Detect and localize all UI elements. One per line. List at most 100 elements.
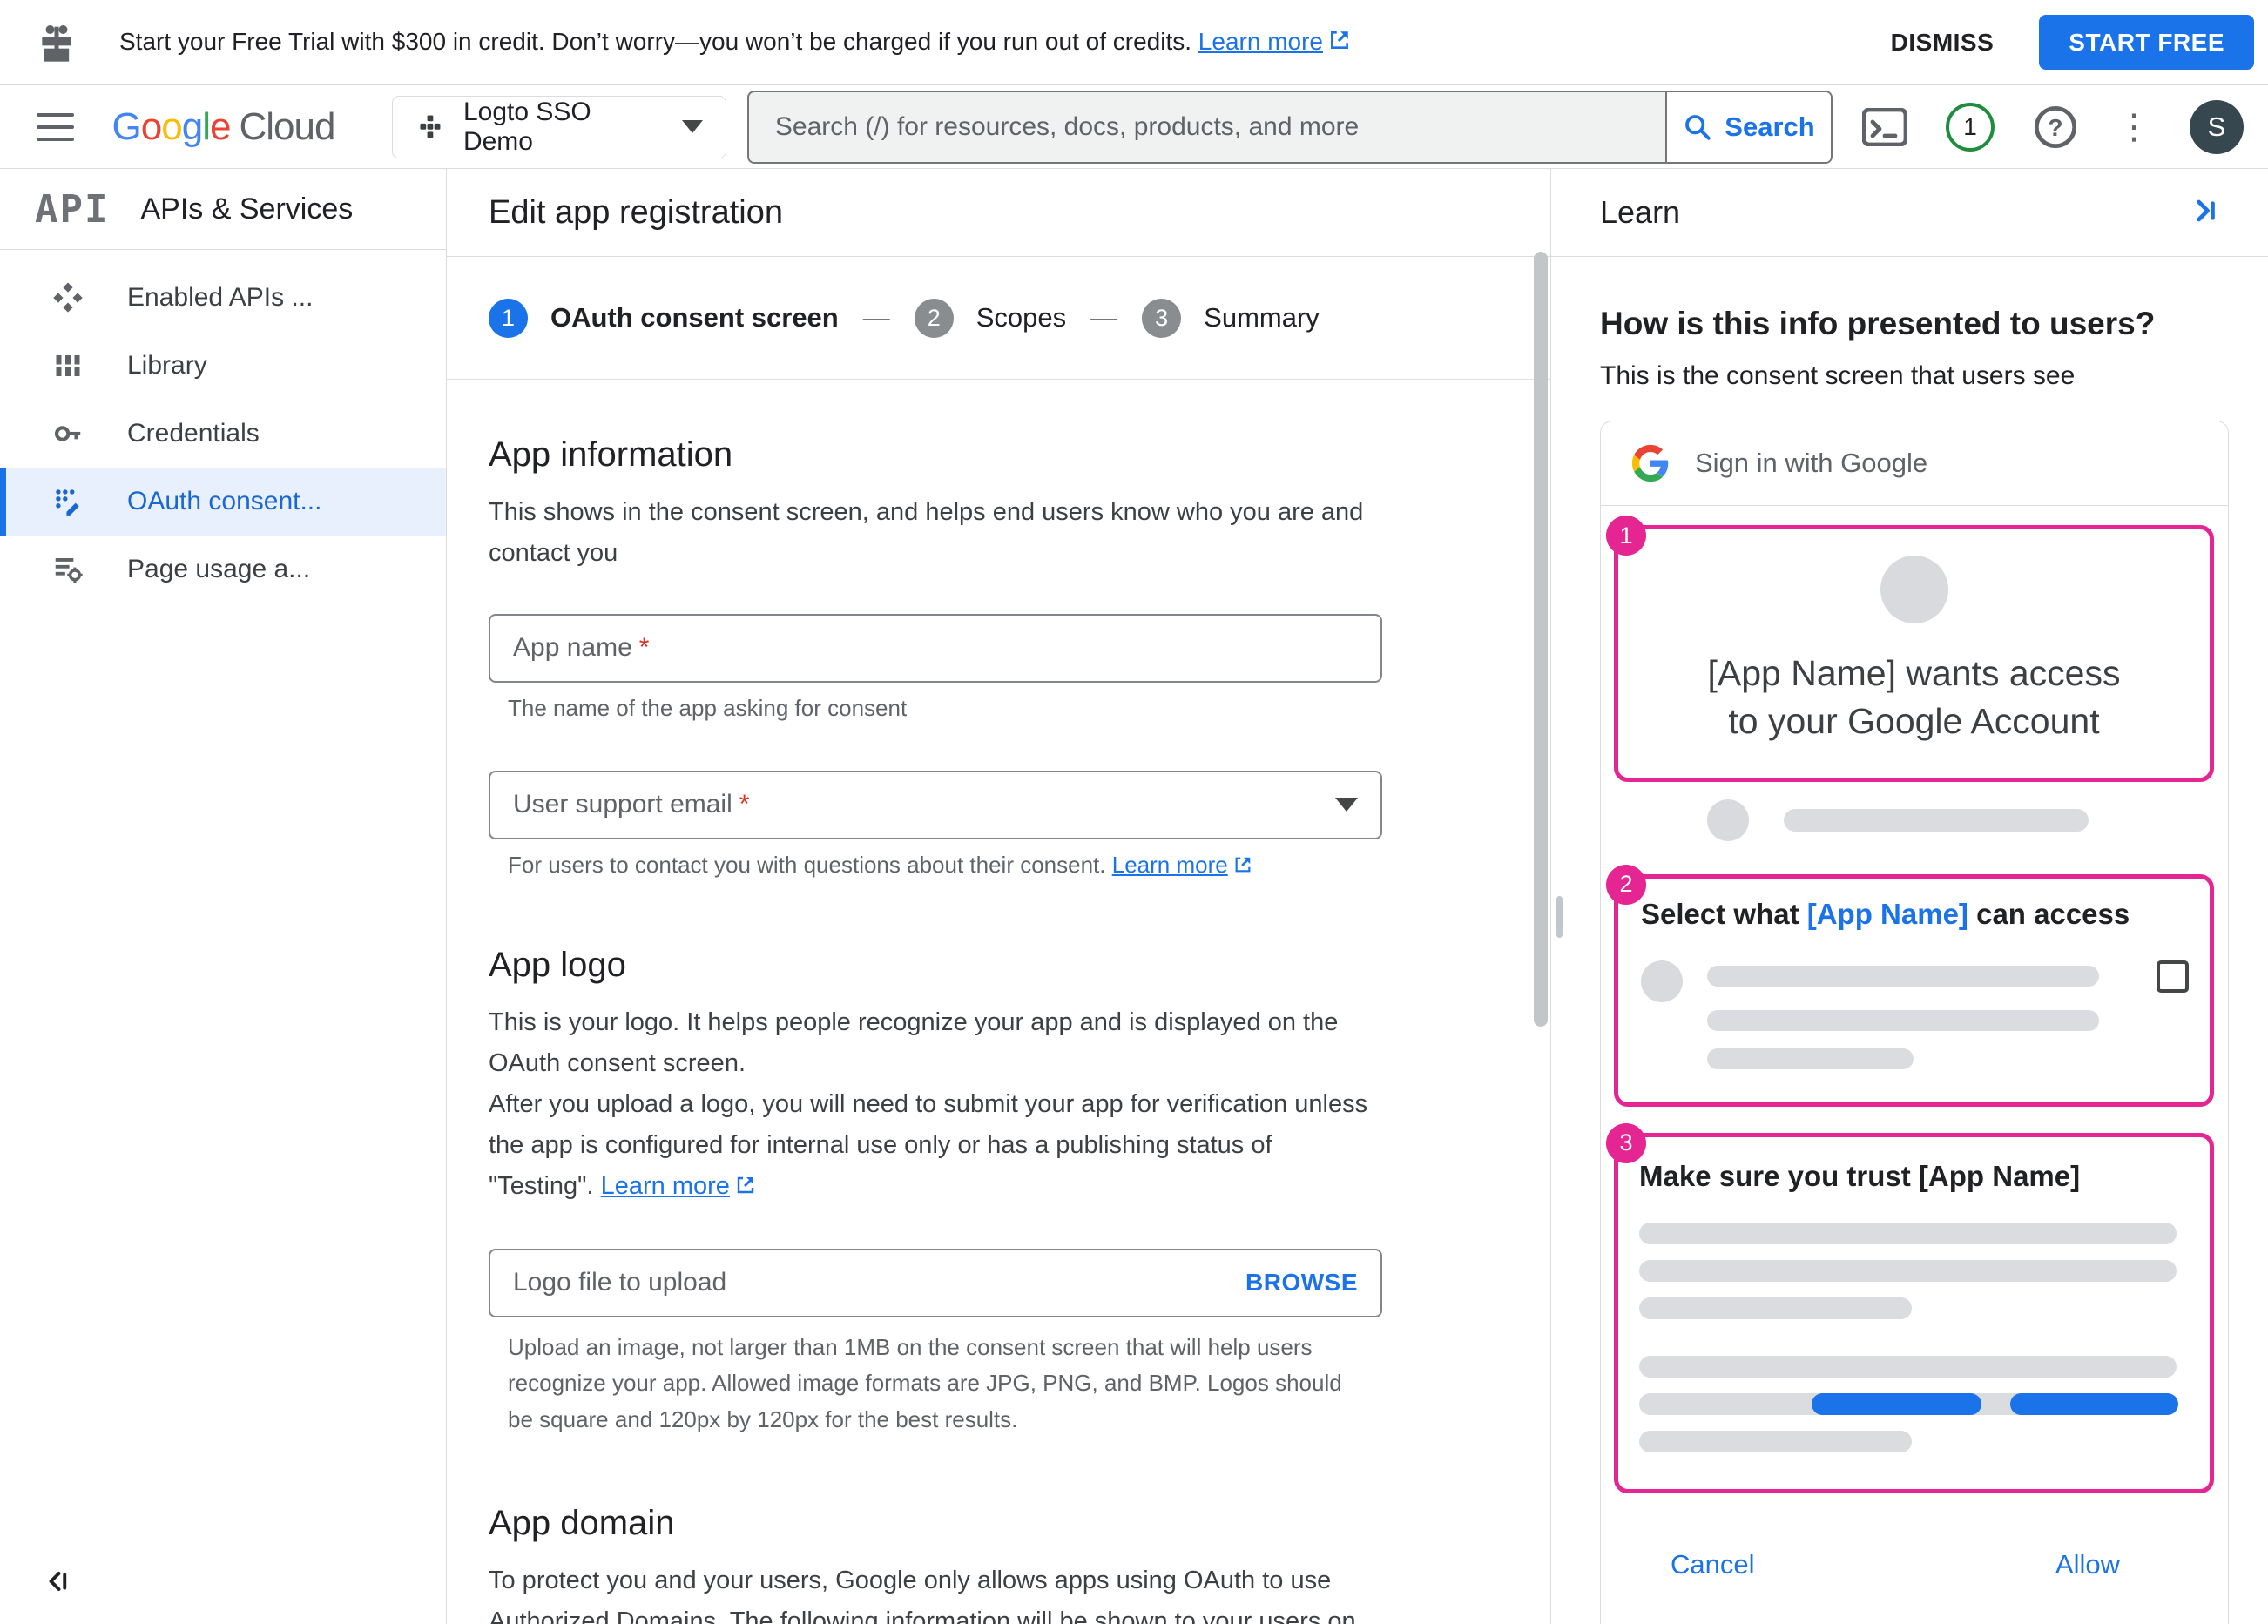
required-asterisk: * <box>638 633 650 663</box>
blue-button-placeholder <box>1812 1392 1981 1415</box>
step-circle: 2 <box>914 298 954 338</box>
app-logo-placeholder <box>1880 556 1948 623</box>
callout-badge-2: 2 <box>1606 864 1646 905</box>
logo-upload-helper: Upload an image, not larger than 1MB on … <box>508 1333 1342 1432</box>
avatar[interactable]: S <box>2190 99 2244 154</box>
sidebar-item-page-usage[interactable]: Page usage a... <box>0 536 446 603</box>
preview-section-trust: 3 Make sure you trust [App Name] <box>1606 1122 2214 1493</box>
banner-message: Start your Free Trial with $300 in credi… <box>119 28 1351 57</box>
account-placeholder-row <box>1707 799 2228 841</box>
collapse-panel-icon[interactable] <box>2184 193 2219 232</box>
project-selector[interactable]: Logto SSO Demo <box>392 95 726 158</box>
app-domain-description: To protect you and your users, Google on… <box>489 1566 1356 1624</box>
preview-section-scopes: 2 Select what [App Name] can access <box>1606 864 2214 1107</box>
placeholder-bar <box>1707 1009 2099 1031</box>
page-title: Edit app registration <box>489 193 783 231</box>
placeholder-bar <box>1707 966 2099 987</box>
key-icon <box>51 416 85 451</box>
learn-panel-header: Learn <box>1551 169 2268 257</box>
callout-badge-1: 1 <box>1606 516 1646 556</box>
more-vert-icon[interactable]: ⋮ <box>2116 110 2151 145</box>
allow-button[interactable]: Allow <box>2055 1549 2120 1580</box>
learn-subheading: This is the consent screen that users se… <box>1600 361 2076 390</box>
api-logo: API <box>35 186 110 232</box>
external-link-icon <box>735 1168 756 1209</box>
sidebar-item-oauth-consent[interactable]: OAuth consent... <box>0 468 446 536</box>
app-logo-learn-more-link[interactable]: Learn more <box>601 1172 730 1200</box>
cloud-shell-icon[interactable] <box>1862 107 1907 146</box>
app-logo-heading: App logo <box>489 945 626 984</box>
learn-panel-body: How is this info presented to users? Thi… <box>1551 306 2268 1624</box>
app-domain-heading: App domain <box>489 1503 675 1542</box>
support-email-learn-more-link[interactable]: Learn more <box>1112 852 1228 878</box>
placeholder-bar <box>1639 1297 1912 1319</box>
checkbox-icon <box>2157 960 2189 993</box>
search-bar: Search (/) for resources, docs, products… <box>746 90 1833 164</box>
main-content: Edit app registration 1 OAuth consent sc… <box>447 169 1551 1624</box>
free-trial-banner: Start your Free Trial with $300 in credi… <box>0 0 2268 85</box>
search-button[interactable]: Search <box>1665 91 1831 162</box>
stepper: 1 OAuth consent screen — 2 Scopes — 3 Su… <box>447 257 1550 380</box>
google-cloud-logo[interactable]: Google Cloud <box>111 104 336 149</box>
app-name-field[interactable]: App name * <box>489 613 1382 683</box>
main-header: Edit app registration <box>447 169 1550 257</box>
placeholder-bar <box>1707 1048 1914 1069</box>
step-oauth-consent-screen[interactable]: 1 OAuth consent screen <box>489 298 839 338</box>
google-cloud-console: Start your Free Trial with $300 in credi… <box>0 0 2268 1624</box>
account-avatar-placeholder <box>1707 799 1749 841</box>
step-circle: 3 <box>1142 298 1182 338</box>
main-scrollbar[interactable] <box>1534 252 1548 1027</box>
callout-badge-3: 3 <box>1606 1122 1646 1163</box>
placeholder-bar <box>1784 808 2089 832</box>
placeholder-bar <box>1639 1222 2177 1244</box>
placeholder-bar <box>1639 1430 1912 1452</box>
blue-button-placeholder <box>2010 1392 2178 1415</box>
cancel-button[interactable]: Cancel <box>1671 1549 1755 1580</box>
learn-scrollbar[interactable] <box>1556 896 1563 938</box>
dismiss-button[interactable]: DISMISS <box>1891 29 1995 57</box>
sidebar-product-title: APIs & Services <box>140 192 354 226</box>
enabled-apis-icon <box>51 280 85 315</box>
trust-title: Make sure you trust [App Name] <box>1639 1159 2081 1192</box>
project-switcher-icon <box>420 114 441 138</box>
project-name: Logto SSO Demo <box>462 97 591 156</box>
search-input[interactable]: Search (/) for resources, docs, products… <box>749 92 1665 162</box>
chevron-down-icon <box>681 120 703 133</box>
step-summary[interactable]: 3 Summary <box>1142 298 1320 338</box>
step-separator: — <box>862 302 890 333</box>
step-circle: 1 <box>489 298 528 338</box>
select-access-title: Select what [App Name] can access <box>1641 897 2130 930</box>
collapse-sidebar-icon[interactable] <box>42 1566 73 1601</box>
step-scopes[interactable]: 2 Scopes <box>914 298 1066 338</box>
svg-text:?: ? <box>2048 113 2062 140</box>
learn-heading: How is this info presented to users? <box>1600 306 2156 341</box>
page-usage-icon <box>51 552 85 587</box>
preview-section-app-name: 1 [App Name] wants access to your Google… <box>1606 516 2214 782</box>
signin-header: Sign in with Google <box>1601 421 2228 506</box>
sidebar-item-credentials[interactable]: Credentials <box>0 400 446 468</box>
notification-badge[interactable]: 1 <box>1946 102 1995 152</box>
user-support-email-select[interactable]: User support email * <box>489 770 1382 839</box>
hamburger-menu-icon[interactable] <box>37 112 74 141</box>
logo-file-field[interactable]: Logo file to upload BROWSE <box>489 1248 1382 1317</box>
external-link-icon <box>1233 853 1252 880</box>
learn-panel-title: Learn <box>1600 194 1681 230</box>
google-wordmark: Google <box>111 104 232 148</box>
start-free-button[interactable]: START FREE <box>2039 15 2254 70</box>
app-logo-description: This is your logo. It helps people recog… <box>489 1002 1368 1209</box>
header-icons: 1 ? ⋮ S <box>1862 99 2268 154</box>
library-icon <box>51 348 85 383</box>
help-icon[interactable]: ? <box>2033 104 2078 150</box>
banner-learn-more-link[interactable]: Learn more <box>1198 28 1323 55</box>
wants-access-text: [App Name] wants access to your Google A… <box>1707 653 2121 742</box>
app-information-description: This shows in the consent screen, and he… <box>489 498 1364 567</box>
browse-button[interactable]: BROWSE <box>1245 1269 1358 1297</box>
cloud-wordmark: Cloud <box>239 104 335 148</box>
app-information-heading: App information <box>489 435 733 474</box>
sidebar-item-enabled-apis[interactable]: Enabled APIs ... <box>0 264 446 332</box>
placeholder-bar <box>1639 1355 2177 1378</box>
form-area: App information This shows in the consen… <box>447 435 1550 1624</box>
dropdown-arrow-icon <box>1335 798 1358 812</box>
learn-panel: Learn How is this info presented to user… <box>1551 169 2268 1624</box>
sidebar-item-library[interactable]: Library <box>0 332 446 400</box>
